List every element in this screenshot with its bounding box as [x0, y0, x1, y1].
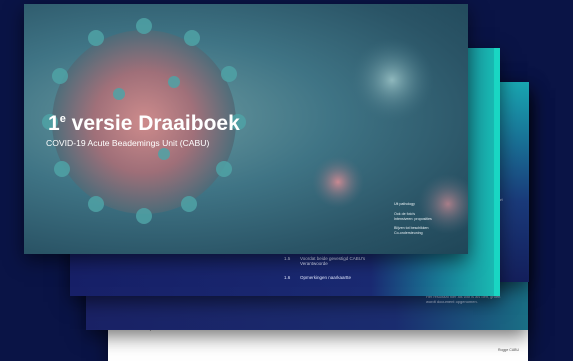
slide-footer-label: Rogge CABU — [498, 348, 520, 352]
cover-note: Intensiveen: proposities — [394, 217, 432, 221]
agenda-item-number: 1.6 — [284, 275, 291, 280]
agenda-item: 1.5 Voordat beide gevestigd CABU's Veran… — [284, 256, 365, 266]
cover-note: Blijven tot beschikken — [394, 226, 429, 230]
cover-subtitle: COVID-19 Acute Beademings Unit (CABU) — [46, 138, 210, 148]
cover-note: Ook de foto's — [394, 212, 416, 216]
cover-note: Co-ondersteuning — [394, 231, 423, 235]
agenda-item-text: Voordat beide gevestigd CABU's Verantwoo… — [300, 256, 365, 266]
slide-cover: 1e versie Draaiboek COVID-19 Acute Beade… — [24, 4, 468, 254]
agenda-item-number: 1.5 — [284, 256, 291, 261]
agenda-item-extra: Verantwoorde — [300, 261, 328, 266]
cover-title: 1e versie Draaiboek — [48, 112, 240, 135]
cover-note: Uit pathology — [394, 202, 415, 206]
agenda-item: 1.6 Opmerkingen naarkaartte — [284, 275, 365, 280]
agenda-list: 1.5 Voordat beide gevestigd CABU's Veran… — [284, 256, 365, 289]
agenda-item-label: Opmerkingen naarkaartte — [300, 275, 352, 280]
virus-distant-icon — [350, 38, 434, 122]
virus-small-icon — [312, 156, 364, 208]
slide-accent-bar — [494, 48, 500, 296]
